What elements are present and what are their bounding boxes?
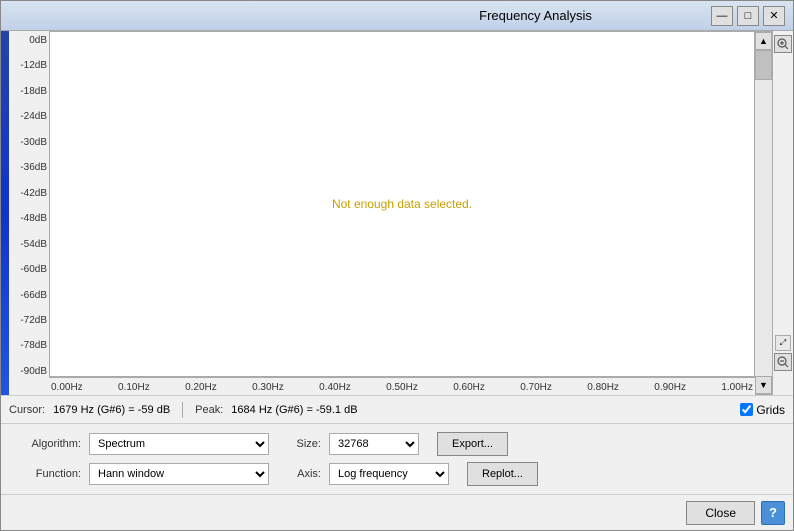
y-label-42db: -42dB [13,188,47,199]
x-label-7: 0.70Hz [520,382,552,393]
window-close-button[interactable]: ✕ [763,6,785,26]
y-label-78db: -78dB [13,340,47,351]
y-label-30db: -30dB [13,137,47,148]
x-label-0: 0.00Hz [51,382,83,393]
status-separator [182,402,183,418]
x-label-6: 0.60Hz [453,382,485,393]
x-label-10: 1.00Hz [721,382,753,393]
y-label-48db: -48dB [13,213,47,224]
x-label-8: 0.80Hz [587,382,619,393]
algorithm-label: Algorithm: [13,438,81,450]
function-select[interactable]: Rectangular Bartlett Hann window Hamming… [89,463,269,485]
x-label-5: 0.50Hz [386,382,418,393]
pan-icon[interactable]: ⤢ [775,335,791,351]
algorithm-select[interactable]: Spectrum Autocorrelation Cepstrum Enhanc… [89,433,269,455]
scroll-up-arrow[interactable]: ▲ [755,32,772,50]
algorithm-row: Algorithm: Spectrum Autocorrelation Ceps… [13,432,781,456]
y-label-0db: 0dB [13,35,47,46]
chart-message: Not enough data selected. [332,197,472,211]
x-label-1: 0.10Hz [118,382,150,393]
scroll-track[interactable] [755,50,772,376]
y-label-72db: -72dB [13,315,47,326]
y-label-18db: -18dB [13,86,47,97]
peak-value: 1684 Hz (G#6) = -59.1 dB [231,404,357,416]
maximize-button[interactable]: □ [737,6,759,26]
v-scrollbar[interactable]: ▲ ▼ [755,31,773,395]
waveform-left-strip [1,31,9,395]
frequency-analysis-window: Frequency Analysis — □ ✕ 0dB -12dB -18dB… [0,0,794,531]
scroll-down-arrow[interactable]: ▼ [755,376,772,394]
window-title: Frequency Analysis [360,8,711,23]
x-label-2: 0.20Hz [185,382,217,393]
chart-with-vscroll: Not enough data selected. 0.00Hz 0.10Hz … [49,31,773,395]
export-button[interactable]: Export... [437,432,508,456]
y-label-90db: -90dB [13,366,47,377]
y-axis: 0dB -12dB -18dB -24dB -30dB -36dB -42dB … [9,31,49,395]
y-label-12db: -12dB [13,60,47,71]
help-button[interactable]: ? [761,501,785,525]
x-labels: 0.00Hz 0.10Hz 0.20Hz 0.30Hz 0.40Hz 0.50H… [49,380,755,393]
chart-and-scrollbar: Not enough data selected. 0.00Hz 0.10Hz … [49,31,773,395]
chart-area: 0dB -12dB -18dB -24dB -30dB -36dB -42dB … [9,31,773,395]
controls-bar: Algorithm: Spectrum Autocorrelation Ceps… [1,423,793,494]
title-bar: Frequency Analysis — □ ✕ [1,1,793,31]
zoom-in-top-button[interactable] [774,35,792,53]
cursor-value: 1679 Hz (G#6) = -59 dB [53,404,170,416]
peak-label: Peak: [195,404,223,416]
x-label-3: 0.30Hz [252,382,284,393]
x-label-9: 0.90Hz [654,382,686,393]
x-label-4: 0.40Hz [319,382,351,393]
y-label-36db: -36dB [13,162,47,173]
bottom-bar: Close ? [1,494,793,530]
function-row: Function: Rectangular Bartlett Hann wind… [13,462,781,486]
x-axis: 0.00Hz 0.10Hz 0.20Hz 0.30Hz 0.40Hz 0.50H… [49,377,755,395]
scroll-thumb[interactable] [755,50,772,80]
size-label: Size: [287,438,321,450]
close-button[interactable]: Close [686,501,755,525]
y-label-54db: -54dB [13,239,47,250]
function-label: Function: [13,468,81,480]
cursor-label: Cursor: [9,404,45,416]
chart-plot[interactable]: Not enough data selected. [49,31,755,377]
axis-label: Axis: [287,468,321,480]
grids-label[interactable]: Grids [756,403,785,417]
zoom-out-bottom-button[interactable] [774,353,792,371]
replot-button[interactable]: Replot... [467,462,538,486]
main-content: 0dB -12dB -18dB -24dB -30dB -36dB -42dB … [1,31,793,395]
y-label-24db: -24dB [13,111,47,122]
y-label-66db: -66dB [13,290,47,301]
grids-checkbox-group[interactable]: Grids [740,403,785,417]
y-label-60db: -60dB [13,264,47,275]
status-bar: Cursor: 1679 Hz (G#6) = -59 dB Peak: 168… [1,395,793,423]
minimize-button[interactable]: — [711,6,733,26]
size-select[interactable]: 128 256 512 1024 2048 4096 8192 16384 32… [329,433,419,455]
right-controls: ⤢ [773,31,793,395]
title-bar-buttons: — □ ✕ [711,6,785,26]
axis-select[interactable]: Linear frequency Log frequency Pitch (MI… [329,463,449,485]
grids-checkbox[interactable] [740,403,753,416]
